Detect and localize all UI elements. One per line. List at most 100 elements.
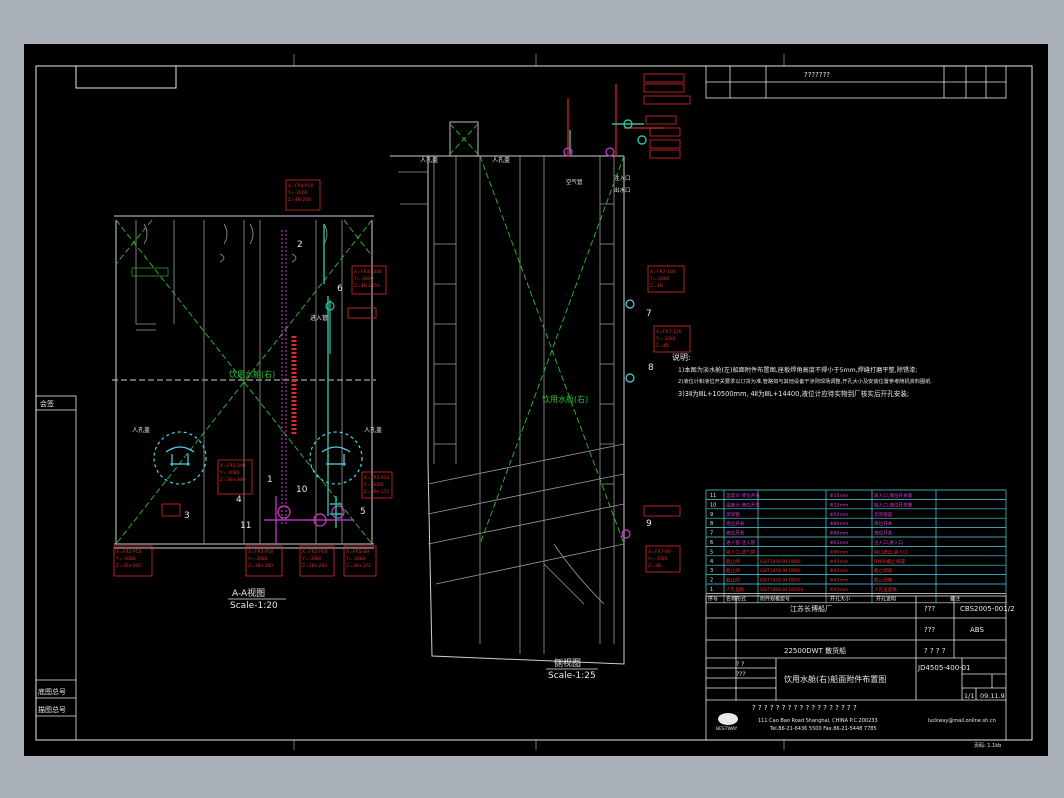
- manhole-label: 人孔盖: [132, 426, 150, 434]
- notes: 说明: 1)本图为淡水舱(左)船面附件布置图,座板焊角高度不得小于5mm,焊缝打…: [672, 352, 932, 398]
- corner-box: [75, 65, 177, 89]
- parts-row-name: 吸入口-透气管: [726, 548, 756, 555]
- parts-row-remark: 截止阀座: [874, 567, 893, 574]
- svg-text:X=FR5-P50: X=FR5-P50: [364, 475, 390, 481]
- view-aa: 人孔盖 人孔盖 进入管 X=FR4-P50Y=-3000Z=4B-250 X=F…: [112, 179, 393, 611]
- parts-row-name: 截止阀: [726, 567, 740, 574]
- svg-text:X=FR5-100: X=FR5-100: [220, 463, 246, 469]
- parts-row-remark: 吸入口,液位开关座: [874, 492, 913, 499]
- parts-row-remark: DN80截止阀座: [874, 558, 906, 565]
- base-number-label: 底图总号: [38, 687, 66, 696]
- svg-text:Y=-3080: Y=-3080: [115, 556, 136, 562]
- tank-label-side: 饮用水舱(右): [542, 394, 588, 404]
- svg-text:Z=4B: Z=4B: [656, 343, 669, 349]
- manhole-right: [309, 431, 363, 485]
- svg-text:Y=-3080: Y=-3080: [219, 470, 240, 476]
- svg-text:Z=4B-250: Z=4B-250: [288, 197, 311, 203]
- parts-header-size: 开孔大小: [830, 595, 850, 602]
- svg-text:X=FR4+848: X=FR4+848: [354, 269, 382, 275]
- parts-row-name: 温度计-液位开关: [726, 492, 760, 499]
- tb-q4: ? ?: [736, 661, 744, 668]
- outlet-label: 出水口: [614, 186, 631, 194]
- tb-q2: ???: [924, 626, 935, 634]
- logo-text: BESTWAY: [716, 726, 737, 732]
- parts-row-no: 10: [710, 502, 716, 508]
- air-pipe-label: 空气管: [566, 178, 583, 186]
- parts-row-no: 5: [710, 549, 713, 555]
- drawing-number: CBS2005-001/2: [960, 605, 1015, 613]
- parts-row-name: 温度计-液位开关: [726, 501, 760, 508]
- parts-row-remark: 吸口进出,吸入口: [874, 548, 908, 555]
- parts-row-name: 液位开关: [726, 530, 745, 537]
- svg-text:X=FR7-120: X=FR7-120: [656, 329, 682, 335]
- parts-header-std: 附件规格型号: [760, 595, 790, 602]
- callout-4: 4: [236, 495, 242, 505]
- svg-text:Y=-3080: Y=-3080: [649, 276, 670, 282]
- parts-row-no: 9: [710, 512, 713, 518]
- view-a-title: A-A视图: [232, 587, 265, 599]
- note-line-1: 1)本图为淡水舱(左)船面附件布置图,座板焊角高度不得小于5mm,焊缝打磨平整,…: [678, 366, 917, 374]
- parts-row-size: Φ50mm: [830, 512, 849, 518]
- parts-row-size: Φ80mm: [830, 549, 849, 555]
- svg-text:Y=-3080: Y=-3080: [247, 556, 268, 562]
- drawing-date: 09.11.9: [980, 692, 1005, 700]
- parts-row-name: 截止阀: [726, 558, 740, 565]
- callout-1: 1: [267, 475, 273, 485]
- sign-label: 会签: [40, 399, 54, 408]
- parts-row-size: Φ80mm: [830, 521, 849, 527]
- parts-row-std: GB/T1858-94 DN50: [760, 578, 801, 583]
- company-address: 111 Cao Bao Road Shanghai, CHINA P.C.200…: [758, 718, 878, 724]
- drawing-sheet: ??????? 会签 底图总号 描图总号 人孔盖 人孔盖 进入管 X=FR4-P…: [24, 44, 1048, 756]
- drawing-border: [35, 65, 1033, 741]
- parts-row-name: 截止阀: [726, 577, 740, 584]
- level-gauge: [281, 230, 297, 524]
- parts-header-note: 备注: [950, 595, 960, 602]
- view-side-title: 侧视图: [554, 657, 581, 669]
- vent-pipe: [325, 300, 335, 354]
- svg-text:Y=-3000: Y=-3000: [353, 276, 374, 282]
- parts-row-no: 1: [710, 587, 713, 593]
- svg-text:X=FR7-100: X=FR7-100: [650, 269, 676, 275]
- parts-row-remark: 液位开关: [874, 520, 893, 527]
- border-ticks: [293, 54, 785, 750]
- parts-row-size: Φ45mm: [830, 578, 849, 584]
- parts-row-remark: 人孔盖座板: [874, 586, 897, 593]
- tank-label: 饮用水舱(右): [229, 369, 275, 379]
- svg-text:Z=3B: Z=3B: [648, 563, 661, 569]
- spec-boxes-side: [643, 73, 691, 573]
- company-email: luckway@mail.online.sh.cn: [928, 718, 996, 724]
- tb-q3: ? ? ? ?: [924, 647, 946, 655]
- callout-5: 5: [360, 507, 366, 517]
- parts-row-size: Φ45mm: [830, 568, 849, 574]
- parts-row-no: 8: [710, 521, 713, 527]
- callout-3: 3: [184, 511, 190, 521]
- company-logo: [718, 713, 738, 725]
- manhole-label-side2: 人孔盖: [492, 156, 510, 164]
- svg-text:Y=-3080: Y=-3080: [647, 556, 668, 562]
- svg-text:Z=4B-1150: Z=4B-1150: [354, 283, 380, 289]
- company-tel: Tel.86-21-6436 5500 Fax.86-21-5448 7785: [769, 726, 877, 732]
- footer-marks: ? ? ? ? ? ? ? ? ? ? ? ? ? ? ? ? ? ?: [752, 704, 857, 712]
- parts-row-remark: 截止阀座: [874, 577, 893, 584]
- parts-row-no: 6: [710, 540, 713, 546]
- revision-marks: ???????: [804, 71, 830, 79]
- company-name: 江苏长博船厂: [790, 604, 832, 613]
- parts-row-size: Φ45mm: [830, 587, 849, 593]
- parts-row-name: 测深管: [726, 511, 740, 518]
- parts-row-remark: 测深管座: [874, 511, 893, 518]
- tb-q1: ???: [924, 605, 935, 613]
- ship-type: 22500DWT 散货船: [784, 646, 846, 655]
- callout-8: 8: [648, 363, 654, 373]
- svg-text:Z=4B: Z=4B: [650, 283, 663, 289]
- drawing-title: 饮用水舱(右)船面附件布置图: [784, 674, 886, 684]
- parts-row-size: Φ80mm: [830, 531, 849, 537]
- callout-6: 6: [337, 284, 343, 294]
- svg-text:Z=3B+300: Z=3B+300: [220, 477, 245, 483]
- parts-row-remark: 注入口,进入口: [874, 539, 903, 546]
- parts-row-name: 液位开关: [726, 520, 745, 527]
- page-mark: 页码: 1.1kb: [974, 742, 1001, 749]
- svg-text:X=FR5-P50: X=FR5-P50: [116, 549, 142, 555]
- svg-text:X=FR7-80: X=FR7-80: [648, 549, 671, 555]
- callout-7: 7: [646, 309, 652, 319]
- parts-row-size: Φ15mm: [830, 493, 849, 499]
